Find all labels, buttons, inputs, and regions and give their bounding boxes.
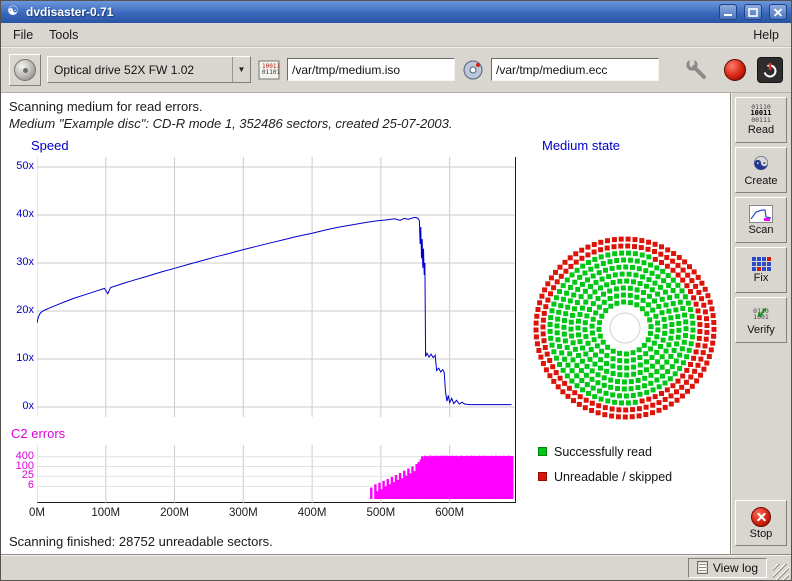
speed-plot bbox=[37, 157, 515, 417]
maximize-icon bbox=[748, 8, 758, 17]
app-window: ☯ dvdisaster-0.71 File Tools Help Optica… bbox=[0, 0, 792, 581]
speed-axis-tick: 50x bbox=[3, 160, 34, 173]
medium-state-panel: Medium state Successfully read Unreadabl… bbox=[518, 133, 730, 534]
medium-state-disc bbox=[530, 233, 720, 423]
x-axis-tick: 600M bbox=[430, 507, 470, 520]
close-icon bbox=[773, 8, 783, 17]
menu-tools[interactable]: Tools bbox=[41, 25, 86, 45]
iso-file-icon: 1001101101 bbox=[257, 58, 281, 82]
x-axis-tick: 0M bbox=[17, 507, 57, 520]
maximize-button[interactable] bbox=[744, 4, 762, 20]
ecc-file-icon bbox=[461, 58, 485, 82]
scan-icon bbox=[749, 205, 773, 223]
status-lines: Scanning medium for read errors. Medium … bbox=[1, 93, 730, 133]
iso-path-input[interactable] bbox=[287, 58, 455, 81]
speed-chart-title: Speed bbox=[31, 138, 69, 153]
view-log-label: View log bbox=[713, 561, 758, 575]
window-title: dvdisaster-0.71 bbox=[26, 5, 712, 19]
medium-info: Medium "Example disc": CD-R mode 1, 3524… bbox=[9, 115, 730, 132]
close-button[interactable] bbox=[769, 4, 787, 20]
menubar: File Tools Help bbox=[1, 23, 791, 47]
view-log-button[interactable]: View log bbox=[688, 558, 767, 578]
create-icon: ☯ bbox=[752, 154, 769, 174]
app-icon: ☯ bbox=[5, 4, 21, 20]
menu-file[interactable]: File bbox=[5, 25, 41, 45]
speed-axis-tick: 40x bbox=[3, 208, 34, 221]
legend-item-good: Successfully read bbox=[538, 439, 672, 464]
good-sector-swatch bbox=[538, 447, 547, 456]
drive-info-button[interactable] bbox=[9, 54, 41, 86]
svg-text:01101: 01101 bbox=[262, 69, 280, 76]
speed-and-errors-chart: Speed C2 errors 50x40x30x20x10x0x4001002… bbox=[1, 133, 518, 534]
stop-button[interactable]: Stop bbox=[735, 500, 787, 546]
titlebar[interactable]: ☯ dvdisaster-0.71 bbox=[1, 1, 791, 23]
medium-state-legend: Successfully read Unreadable / skipped bbox=[538, 439, 672, 489]
ecc-path-input[interactable] bbox=[491, 58, 659, 81]
charts-row: Speed C2 errors 50x40x30x20x10x0x4001002… bbox=[1, 133, 730, 534]
speed-axis-tick: 30x bbox=[3, 256, 34, 269]
read-icon: 01110 10011 00111 bbox=[750, 104, 771, 124]
scan-result: Scanning finished: 28752 unreadable sect… bbox=[1, 534, 730, 554]
x-axis-tick: 100M bbox=[86, 507, 126, 520]
create-button[interactable]: ☯ Create bbox=[735, 147, 787, 193]
c2-axis-tick: 6 bbox=[3, 479, 34, 492]
drive-icon bbox=[14, 59, 36, 81]
dvdisaster-logo-icon bbox=[724, 59, 746, 81]
log-icon bbox=[697, 561, 708, 574]
toolbar: Optical drive 52X FW 1.02 ▼ 1001101101 bbox=[1, 47, 791, 93]
quit-button[interactable] bbox=[757, 57, 783, 83]
verify-icon: 01101001 ✓ bbox=[749, 305, 773, 323]
action-sidebar: 01110 10011 00111 Read ☯ Create Scan Fix bbox=[731, 93, 791, 554]
stop-icon bbox=[751, 507, 771, 527]
x-axis-tick: 400M bbox=[292, 507, 332, 520]
bad-sector-swatch bbox=[538, 472, 547, 481]
fix-icon bbox=[752, 257, 770, 271]
plot-frame bbox=[37, 157, 516, 503]
minimize-button[interactable] bbox=[719, 4, 737, 20]
verify-button[interactable]: 01101001 ✓ Verify bbox=[735, 297, 787, 343]
speed-axis-tick: 20x bbox=[3, 304, 34, 317]
speed-axis-tick: 10x bbox=[3, 352, 34, 365]
preferences-button[interactable] bbox=[681, 54, 713, 86]
legend-bad-label: Unreadable / skipped bbox=[554, 470, 672, 484]
legend-item-bad: Unreadable / skipped bbox=[538, 464, 672, 489]
status-action: Scanning medium for read errors. bbox=[9, 98, 730, 115]
scan-button[interactable]: Scan bbox=[735, 197, 787, 243]
speed-axis-tick: 0x bbox=[3, 400, 34, 413]
power-icon bbox=[761, 61, 779, 79]
statusbar: View log bbox=[1, 554, 791, 580]
menu-help[interactable]: Help bbox=[745, 25, 787, 45]
drive-select[interactable]: Optical drive 52X FW 1.02 ▼ bbox=[47, 56, 251, 83]
wrench-icon bbox=[685, 58, 709, 82]
x-axis-tick: 300M bbox=[223, 507, 263, 520]
drive-select-value: Optical drive 52X FW 1.02 bbox=[48, 63, 232, 77]
x-axis-tick: 500M bbox=[361, 507, 401, 520]
c2-errors-plot bbox=[37, 445, 515, 503]
legend-good-label: Successfully read bbox=[554, 445, 652, 459]
about-button[interactable] bbox=[719, 54, 751, 86]
main-area: Scanning medium for read errors. Medium … bbox=[1, 93, 791, 554]
minimize-icon bbox=[723, 8, 733, 17]
resize-grip[interactable] bbox=[773, 564, 789, 580]
read-button[interactable]: 01110 10011 00111 Read bbox=[735, 97, 787, 143]
fix-button[interactable]: Fix bbox=[735, 247, 787, 293]
x-axis-tick: 200M bbox=[155, 507, 195, 520]
content-area: Scanning medium for read errors. Medium … bbox=[1, 93, 731, 554]
c2-chart-title: C2 errors bbox=[11, 426, 65, 441]
chevron-down-icon: ▼ bbox=[232, 57, 250, 82]
medium-state-title: Medium state bbox=[542, 138, 620, 153]
